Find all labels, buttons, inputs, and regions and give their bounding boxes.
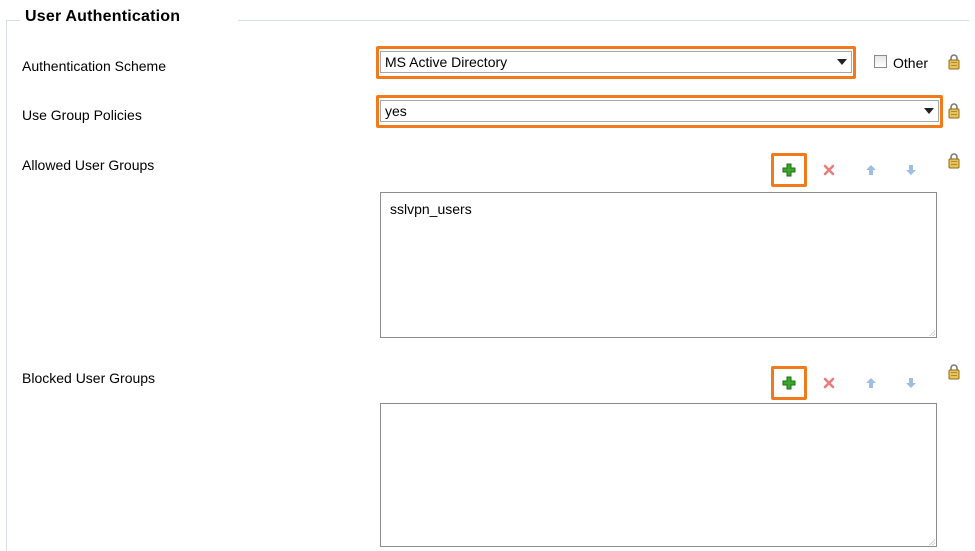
auth-scheme-select[interactable]: MS Active Directory: [380, 51, 852, 73]
section-title: User Authentication: [22, 8, 184, 26]
blocked-groups-list[interactable]: [380, 403, 937, 547]
other-checkbox[interactable]: [874, 55, 887, 68]
add-icon[interactable]: [781, 162, 797, 178]
lock-icon[interactable]: [948, 364, 960, 380]
resize-grip[interactable]: [929, 539, 935, 545]
auth-scheme-label: Authentication Scheme: [22, 58, 166, 74]
arrow-up-icon[interactable]: [863, 375, 879, 391]
blocked-groups-label: Blocked User Groups: [22, 370, 156, 386]
delete-icon[interactable]: [821, 375, 837, 391]
fieldset-border-corner: [6, 20, 20, 21]
group-policies-value: yes: [385, 103, 407, 119]
lock-icon[interactable]: [948, 54, 960, 70]
arrow-down-icon[interactable]: [903, 162, 919, 178]
lock-icon[interactable]: [948, 103, 960, 119]
group-policies-label: Use Group Policies: [22, 107, 142, 123]
fieldset-border-top: [238, 20, 969, 21]
delete-icon[interactable]: [821, 162, 837, 178]
allowed-groups-label: Allowed User Groups: [22, 157, 155, 173]
fieldset-border-left: [6, 20, 7, 551]
chevron-down-icon[interactable]: [834, 53, 850, 71]
chevron-down-icon[interactable]: [921, 102, 937, 120]
add-icon[interactable]: [781, 375, 797, 391]
list-item[interactable]: sslvpn_users: [390, 201, 472, 217]
allowed-groups-list[interactable]: sslvpn_users: [380, 192, 937, 338]
auth-scheme-value: MS Active Directory: [385, 54, 508, 70]
resize-grip[interactable]: [929, 330, 935, 336]
arrow-up-icon[interactable]: [863, 162, 879, 178]
lock-icon[interactable]: [948, 153, 960, 169]
group-policies-select[interactable]: yes: [380, 100, 939, 122]
arrow-down-icon[interactable]: [903, 375, 919, 391]
other-label: Other: [893, 55, 929, 71]
